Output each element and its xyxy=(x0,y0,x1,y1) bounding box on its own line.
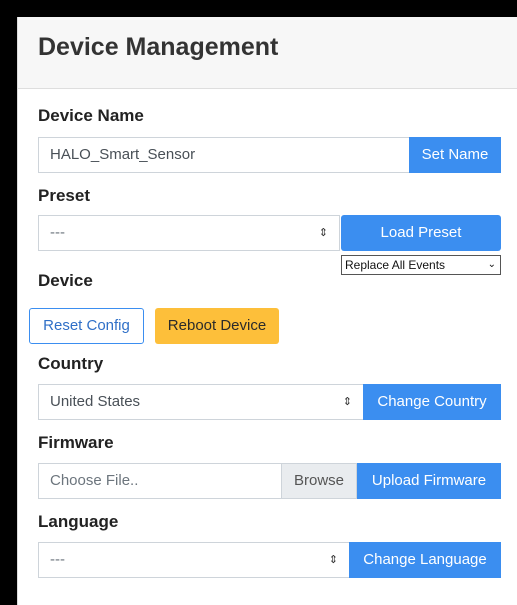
reset-config-button[interactable]: Reset Config xyxy=(29,308,144,344)
preset-selected-value: --- xyxy=(50,224,65,241)
browse-button[interactable]: Browse xyxy=(282,463,357,499)
language-select[interactable]: --- ⇕ xyxy=(38,542,350,578)
preset-select[interactable]: --- ⇕ xyxy=(38,215,340,251)
device-name-input[interactable]: HALO_Smart_Sensor xyxy=(38,137,410,173)
preset-mode-value: Replace All Events xyxy=(345,258,446,272)
panel-header: Device Management xyxy=(18,17,517,89)
device-name-label: Device Name xyxy=(38,106,144,125)
language-selected-value: --- xyxy=(50,551,65,568)
preset-label: Preset xyxy=(38,186,90,205)
chevron-down-icon: ⌄ xyxy=(487,259,496,270)
reboot-device-button[interactable]: Reboot Device xyxy=(155,308,279,344)
change-country-button[interactable]: Change Country xyxy=(363,384,501,420)
set-name-button[interactable]: Set Name xyxy=(409,137,501,173)
firmware-label: Firmware xyxy=(38,433,114,452)
device-management-panel: Device Management Device Name HALO_Smart… xyxy=(17,17,517,605)
preset-mode-select[interactable]: Replace All Events ⌄ xyxy=(341,255,501,275)
device-label: Device xyxy=(38,271,93,290)
load-preset-button[interactable]: Load Preset xyxy=(341,215,501,251)
firmware-file-input[interactable]: Choose File.. xyxy=(38,463,282,499)
upload-firmware-button[interactable]: Upload Firmware xyxy=(357,463,501,499)
country-selected-value: United States xyxy=(50,393,141,410)
country-label: Country xyxy=(38,354,104,373)
select-caret-icon: ⇕ xyxy=(342,396,352,408)
select-caret-icon: ⇕ xyxy=(328,554,338,566)
page-title: Device Management xyxy=(38,33,279,61)
language-label: Language xyxy=(38,512,119,531)
country-select[interactable]: United States ⇕ xyxy=(38,384,364,420)
change-language-button[interactable]: Change Language xyxy=(349,542,501,578)
select-caret-icon: ⇕ xyxy=(318,227,328,239)
